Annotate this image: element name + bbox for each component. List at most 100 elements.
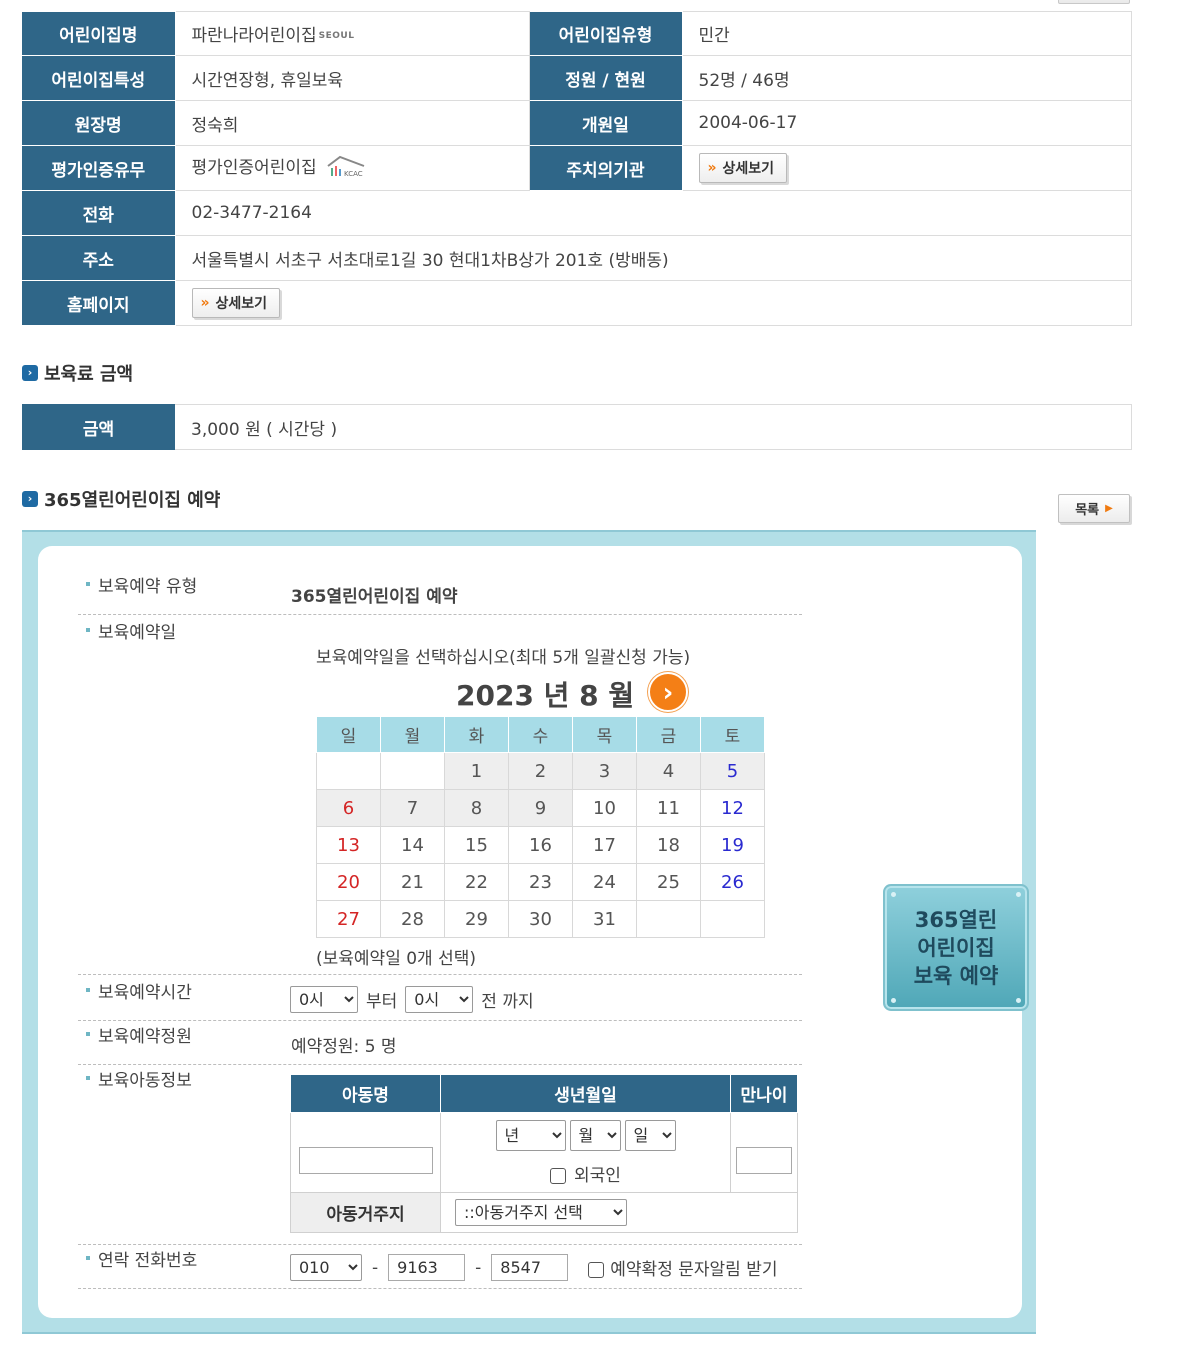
residence-select[interactable]: ::아동거주지 선택 (455, 1199, 627, 1226)
calendar-day[interactable]: 26 (700, 863, 765, 901)
calendar-day[interactable]: 12 (700, 789, 765, 827)
label-clinic: 주치의기관 (529, 145, 683, 191)
table-row: 주소 서울특별시 서초구 서초대로1길 30 현대1차B상가 201호 (방배동… (22, 235, 1132, 281)
value-open-date: 2004-06-17 (681, 100, 1132, 146)
calendar-day[interactable]: 16 (508, 826, 573, 864)
calendar-day[interactable]: 31 (572, 900, 637, 938)
kcac-logo-text: KCAC (344, 170, 363, 178)
calendar-day[interactable]: 17 (572, 826, 637, 864)
phone-last-input[interactable] (491, 1254, 569, 1281)
rivet-icon (1016, 998, 1021, 1003)
table-row: 아동거주지 ::아동거주지 선택 (290, 1192, 798, 1233)
calendar-empty (316, 752, 381, 790)
calendar-day[interactable]: 28 (380, 900, 445, 938)
calendar-week: 13 14 15 16 17 18 19 (316, 826, 765, 864)
triangle-right-icon: ▶ (1105, 503, 1113, 514)
value-phone: 02-3477-2164 (174, 190, 1132, 236)
side-btn-line: 어린이집 (917, 935, 995, 960)
chevron-right-icon: › (22, 365, 38, 381)
bullet-icon (86, 628, 90, 632)
calendar-empty (700, 900, 765, 938)
divider (78, 974, 802, 975)
calendar-day[interactable]: 25 (636, 863, 701, 901)
rivet-icon (891, 998, 896, 1003)
bullet-icon (86, 582, 90, 586)
chevron-right-icon: › (22, 491, 38, 507)
calendar-empty (380, 752, 445, 790)
phone-prefix-select[interactable]: 010 (290, 1254, 362, 1281)
sms-checkbox[interactable] (588, 1262, 605, 1278)
calendar-day[interactable]: 15 (444, 826, 509, 864)
next-month-button[interactable]: › (648, 672, 688, 712)
birth-month-select[interactable]: 월 (569, 1119, 621, 1151)
calendar-day[interactable]: 20 (316, 863, 381, 901)
residence-label: 아동거주지 (290, 1192, 441, 1233)
calendar-day: 6 (316, 789, 381, 827)
info-table: 어린이집명 파란나라어린이집 SEOUL 어린이집유형 민간 어린이집특성 시간연… (22, 11, 1132, 326)
to-text: 전 까지 (481, 992, 534, 1012)
weekday-tue: 화 (444, 716, 509, 753)
list-button[interactable]: 목록 ▶ (1058, 494, 1130, 523)
calendar-day[interactable]: 30 (508, 900, 573, 938)
calendar-day[interactable]: 29 (444, 900, 509, 938)
from-text: 부터 (366, 992, 398, 1012)
value-name: 파란나라어린이집 SEOUL (174, 11, 530, 56)
time-from-select[interactable]: 0시 (290, 986, 358, 1013)
calendar-day[interactable]: 18 (636, 826, 701, 864)
birth-selects: 년 월 일 (441, 1119, 730, 1151)
value-certification: 평가인증어린이집 KCAC (174, 145, 530, 191)
calendar-day[interactable]: 14 (380, 826, 445, 864)
birth-year-select[interactable]: 년 (495, 1119, 566, 1151)
divider (78, 1244, 802, 1245)
dash-text: - (372, 1257, 379, 1278)
calendar-day[interactable]: 21 (380, 863, 445, 901)
type-value: 365열린어린이집 예약 (291, 587, 458, 607)
calendar-day: 5 (700, 752, 765, 790)
table-row: 아동명 생년월일 만나이 (290, 1074, 798, 1113)
label-certification: 평가인증유무 (22, 145, 176, 191)
calendar-week: 6 7 8 9 10 11 12 (316, 789, 765, 827)
reserve-section-title: › 365열린어린이집 예약 (22, 486, 220, 512)
date-hint: 보육예약일을 선택하십시오(최대 5개 일괄신청 가능) (316, 648, 691, 668)
date-label: 보육예약일 (86, 618, 176, 643)
age-input[interactable] (736, 1147, 792, 1174)
child-info-table: 아동명 생년월일 만나이 년 월 일 외국인 아동거주지::아동거주지 선택 (290, 1074, 798, 1233)
capacity-value: 예약정원: 5 명 (291, 1037, 397, 1057)
calendar-day[interactable]: 24 (572, 863, 637, 901)
side-btn-line: 365열린 (914, 907, 998, 932)
label-director: 원장명 (22, 100, 176, 146)
kcac-logo-icon: KCAC (326, 154, 366, 183)
time-to-select[interactable]: 0시 (405, 986, 474, 1013)
age-cell (730, 1112, 798, 1193)
calendar-day[interactable]: 23 (508, 863, 573, 901)
calendar-day[interactable]: 22 (444, 863, 509, 901)
time-label: 보육예약시간 (86, 978, 192, 1003)
clinic-detail-button[interactable]: » 상세보기 (698, 153, 788, 183)
phone-middle-input[interactable] (388, 1254, 466, 1281)
foreign-row: 외국인 (441, 1161, 730, 1186)
reserve-submit-button[interactable]: 365열린 어린이집 보육 예약 (883, 884, 1029, 1011)
birth-day-select[interactable]: 일 (624, 1119, 676, 1151)
value-address: 서울특별시 서초구 서초대로1길 30 현대1차B상가 201호 (방배동) (174, 235, 1132, 281)
homepage-detail-button[interactable]: » 상세보기 (191, 288, 281, 318)
foreign-checkbox[interactable] (550, 1167, 567, 1184)
label-feature: 어린이집특성 (22, 55, 176, 101)
reservation-panel: 보육예약 유형 365열린어린이집 예약 보육예약일 보육예약일을 선택하십시오… (22, 530, 1036, 1334)
contact-label: 연락 전화번호 (86, 1246, 197, 1271)
child-name-input[interactable] (298, 1147, 433, 1174)
calendar-header: 일 월 화 수 목 금 토 (316, 716, 765, 753)
calendar-day[interactable]: 27 (316, 900, 381, 938)
top-crop-button[interactable] (1058, 0, 1130, 4)
calendar: 일 월 화 수 목 금 토 1 2 3 4 5 6 7 8 9 10 11 12… (316, 716, 765, 938)
divider (78, 614, 802, 615)
calendar-day[interactable]: 10 (572, 789, 637, 827)
table-row: 홈페이지 » 상세보기 (22, 280, 1132, 326)
label-name: 어린이집명 (22, 11, 176, 56)
calendar-week: 1 2 3 4 5 (316, 752, 765, 790)
calendar-day[interactable]: 13 (316, 826, 381, 864)
child-name-cell (290, 1112, 441, 1193)
calendar-day[interactable]: 11 (636, 789, 701, 827)
type-label: 보육예약 유형 (86, 572, 197, 597)
calendar-day[interactable]: 19 (700, 826, 765, 864)
divider (78, 1020, 802, 1021)
